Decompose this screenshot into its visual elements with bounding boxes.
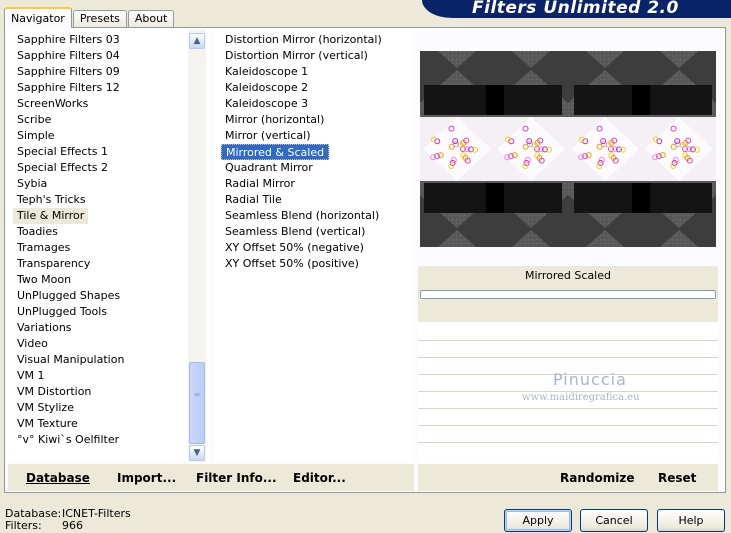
tab-bar: Navigator Presets About — [4, 6, 175, 28]
category-item[interactable]: VM 1 — [13, 368, 49, 384]
category-item[interactable]: Visual Manipulation — [13, 352, 128, 368]
category-item[interactable]: UnPlugged Tools — [13, 304, 111, 320]
left-toolbar: Database Import... Filter Info... Editor… — [8, 464, 414, 491]
right-toolbar: Randomize Reset — [418, 464, 718, 491]
category-item[interactable]: Tramages — [13, 240, 74, 256]
preview-pattern — [420, 51, 716, 247]
category-item[interactable]: UnPlugged Shapes — [13, 288, 124, 304]
filters-count: 966 — [62, 519, 83, 532]
filter-item[interactable]: Kaleidoscope 1 — [221, 64, 312, 80]
filter-name-area: Mirrored Scaled — [418, 266, 718, 322]
filter-item[interactable]: Mirrored & Scaled — [221, 144, 330, 160]
randomize-button[interactable]: Randomize — [560, 471, 634, 485]
scroll-down-button[interactable]: ▼ — [189, 445, 205, 461]
app-banner: Filters Unlimited 2.0 — [422, 0, 731, 18]
filter-item[interactable]: XY Offset 50% (negative) — [221, 240, 368, 256]
filter-item[interactable]: Distortion Mirror (vertical) — [221, 48, 372, 64]
filter-item[interactable]: Quadrant Mirror — [221, 160, 317, 176]
filter-item[interactable]: Seamless Blend (horizontal) — [221, 208, 383, 224]
category-item[interactable]: Sapphire Filters 12 — [13, 80, 124, 96]
tab-about[interactable]: About — [127, 10, 175, 28]
filter-list[interactable]: Distortion Mirror (horizontal) Distortion… — [214, 30, 412, 462]
category-item[interactable]: °v° Kiwi`s Oelfilter — [13, 432, 123, 448]
filter-item[interactable]: Kaleidoscope 3 — [221, 96, 312, 112]
cancel-button[interactable]: Cancel — [580, 509, 648, 532]
filter-info-button[interactable]: Filter Info... — [196, 471, 277, 485]
help-button[interactable]: Help — [657, 509, 725, 532]
filter-item[interactable]: Radial Mirror — [221, 176, 299, 192]
parameter-area: Pinuccia www.maidiregrafica.eu — [418, 322, 718, 463]
apply-button[interactable]: Apply — [504, 509, 572, 532]
category-item[interactable]: Simple — [13, 128, 59, 144]
category-item[interactable]: Sapphire Filters 09 — [13, 64, 124, 80]
category-scrollbar[interactable]: ▲ ≡ ▼ — [188, 30, 206, 462]
watermark-url: www.maidiregrafica.eu — [522, 392, 640, 403]
progress-bar — [420, 290, 716, 299]
watermark-name: Pinuccia — [553, 370, 627, 389]
category-item[interactable]: Transparency — [13, 256, 94, 272]
filter-item[interactable]: Seamless Blend (vertical) — [221, 224, 369, 240]
category-item[interactable]: Teph's Tricks — [13, 192, 90, 208]
scroll-up-button[interactable]: ▲ — [189, 33, 205, 49]
category-item[interactable]: Special Effects 1 — [13, 144, 112, 160]
filter-item[interactable]: Mirror (horizontal) — [221, 112, 328, 128]
import-button[interactable]: Import... — [117, 471, 176, 485]
tab-navigator[interactable]: Navigator — [4, 7, 72, 28]
filter-item[interactable]: Distortion Mirror (horizontal) — [221, 32, 386, 48]
category-item[interactable]: Special Effects 2 — [13, 160, 112, 176]
category-item[interactable]: Variations — [13, 320, 76, 336]
preview-image — [420, 51, 716, 247]
category-list[interactable]: Sapphire Filters 03 Sapphire Filters 04 Sa… — [7, 30, 209, 462]
category-item[interactable]: VM Stylize — [13, 400, 78, 416]
filter-item[interactable]: Kaleidoscope 2 — [221, 80, 312, 96]
scroll-thumb[interactable]: ≡ — [189, 362, 205, 444]
category-item[interactable]: VM Distortion — [13, 384, 95, 400]
filter-item[interactable]: Mirror (vertical) — [221, 128, 315, 144]
filter-item[interactable]: Radial Tile — [221, 192, 286, 208]
category-item[interactable]: Tile & Mirror — [13, 208, 89, 224]
category-item[interactable]: Sapphire Filters 03 — [13, 32, 124, 48]
category-item[interactable]: Scribe — [13, 112, 55, 128]
editor-button[interactable]: Editor... — [293, 471, 346, 485]
category-item[interactable]: Sybia — [13, 176, 51, 192]
tab-presets[interactable]: Presets — [72, 10, 127, 28]
category-item[interactable]: ScreenWorks — [13, 96, 92, 112]
status-area: Database: ICNET-Filters Filters: 966 — [5, 508, 131, 532]
filter-item[interactable]: XY Offset 50% (positive) — [221, 256, 363, 272]
filters-label: Filters: — [5, 519, 42, 532]
reset-button[interactable]: Reset — [658, 471, 696, 485]
category-item[interactable]: Toadies — [13, 224, 62, 240]
category-item[interactable]: Sapphire Filters 04 — [13, 48, 124, 64]
current-filter-name: Mirrored Scaled — [525, 269, 611, 282]
database-button[interactable]: Database — [26, 471, 90, 485]
category-item[interactable]: VM Texture — [13, 416, 82, 432]
category-item[interactable]: Video — [13, 336, 52, 352]
category-item[interactable]: Two Moon — [13, 272, 75, 288]
